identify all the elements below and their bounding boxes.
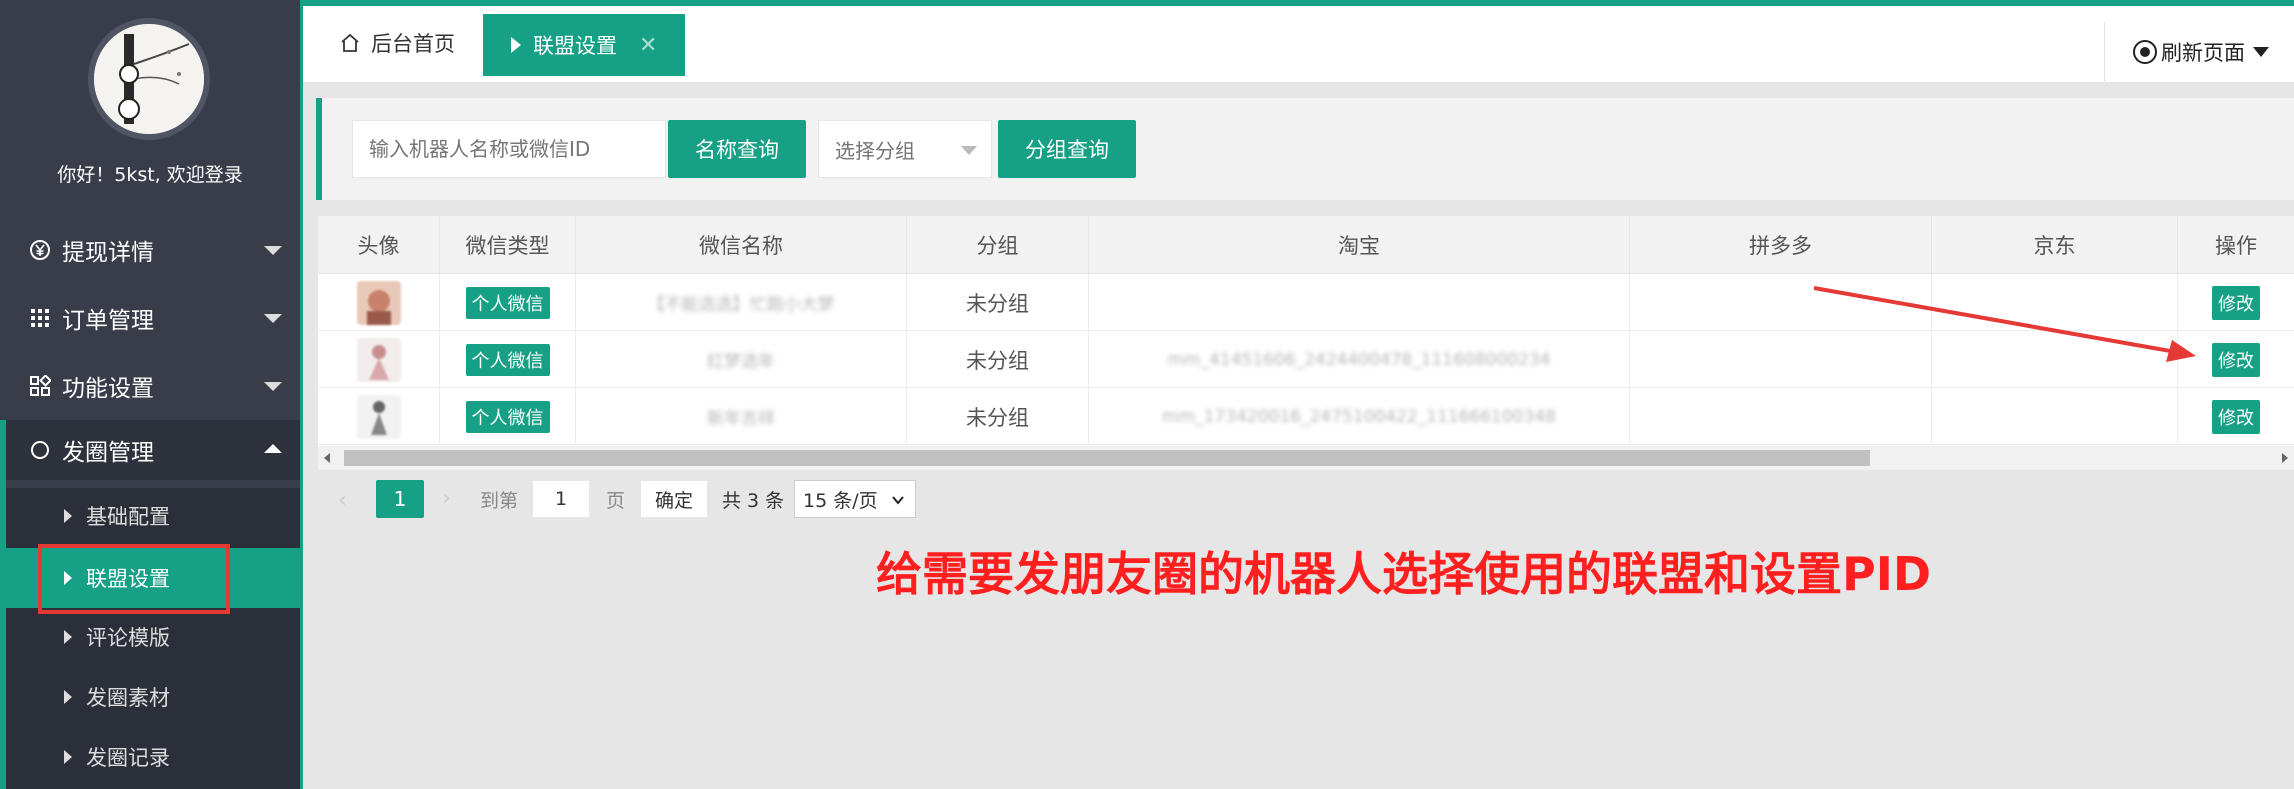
pagination: ‹ 1 › 到第 1 页 确定 共 3 条 15 条/页: [318, 470, 2294, 528]
chevron-down-icon: [892, 496, 904, 505]
page-size-select[interactable]: 15 条/页: [794, 480, 916, 518]
annotation-arrow: [1813, 286, 2196, 362]
total-count: 共 3 条: [722, 490, 785, 512]
chevron-left-icon[interactable]: ‹: [338, 488, 347, 513]
page-jump-input[interactable]: 1: [532, 480, 590, 518]
annotation-text: 给需要发朋友圈的机器人选择使用的联盟和设置PID: [876, 547, 1932, 601]
goto-label: 到第: [480, 490, 519, 512]
chevron-right-icon[interactable]: ›: [442, 486, 451, 511]
confirm-button[interactable]: 确定: [640, 480, 708, 518]
page-number-current[interactable]: 1: [376, 480, 424, 518]
page-size-value: 15 条/页: [803, 489, 878, 512]
page-label: 页: [606, 490, 626, 512]
